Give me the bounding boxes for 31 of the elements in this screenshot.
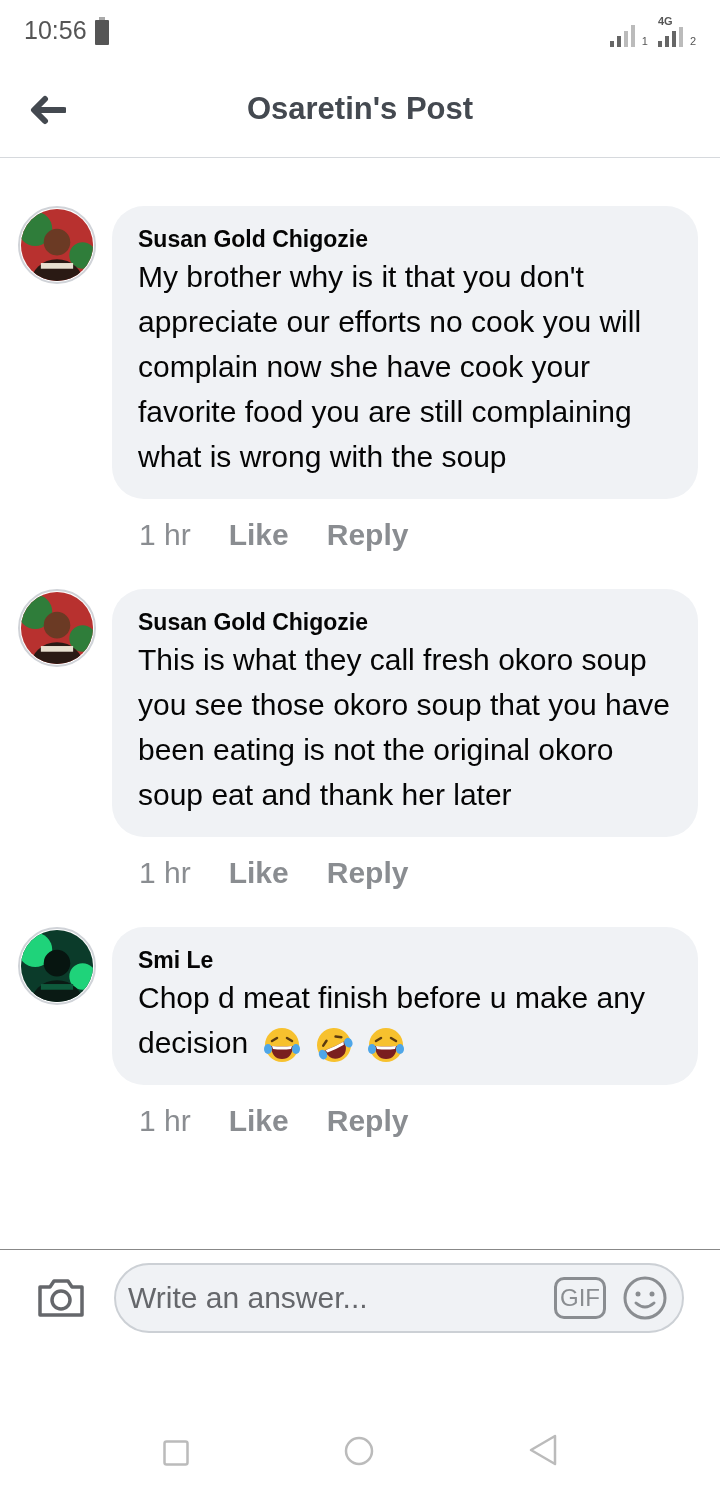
like-button[interactable]: Like xyxy=(228,1097,289,1143)
comment-author[interactable]: Susan Gold Chigozie xyxy=(138,607,672,637)
comment-author[interactable]: Susan Gold Chigozie xyxy=(138,224,672,254)
sim-label: 2 xyxy=(689,35,696,47)
battery-icon xyxy=(94,17,109,45)
gif-button[interactable]: GIF xyxy=(554,1276,606,1319)
comment-text: This is what they call fresh okoro soup you see those okoro soup that you have been eating is not the original okoro soup eat and thank her later xyxy=(138,642,672,813)
reply-button[interactable]: Reply xyxy=(326,511,409,557)
back-icon[interactable] xyxy=(529,1434,557,1466)
comment-author[interactable]: Smi Le xyxy=(138,945,672,975)
like-button[interactable]: Like xyxy=(228,511,289,557)
sim-label: 1 xyxy=(641,35,648,47)
reply-button[interactable]: Reply xyxy=(326,1097,409,1143)
comment-time: 1 hr xyxy=(139,1102,191,1139)
camera-icon[interactable] xyxy=(36,1276,86,1319)
reply-button[interactable]: Reply xyxy=(326,849,409,895)
network-type: 4G xyxy=(657,15,673,27)
answer-field[interactable]: Write an answer... GIF xyxy=(114,1262,684,1333)
home-icon[interactable] xyxy=(344,1436,374,1466)
signal-icon xyxy=(609,24,638,47)
comment-text: My brother why is it that you don't appreciate our efforts no cook you will complain now she have cook your favorite food you are still complaining what is wrong with the soup xyxy=(138,259,643,475)
smiley-icon[interactable] xyxy=(622,1274,668,1321)
like-button[interactable]: Like xyxy=(228,849,289,895)
recent-apps-icon[interactable] xyxy=(163,1440,189,1466)
signal-icon xyxy=(657,26,686,47)
back-arrow-icon xyxy=(30,94,66,125)
clock-time: 10:56 xyxy=(24,15,87,47)
page-title: Osaretin's Post xyxy=(246,90,474,129)
comment-time: 1 hr xyxy=(139,854,191,891)
comment-time: 1 hr xyxy=(139,516,191,553)
comment-text: Chop d meat finish before u make any decision xyxy=(138,975,672,1066)
